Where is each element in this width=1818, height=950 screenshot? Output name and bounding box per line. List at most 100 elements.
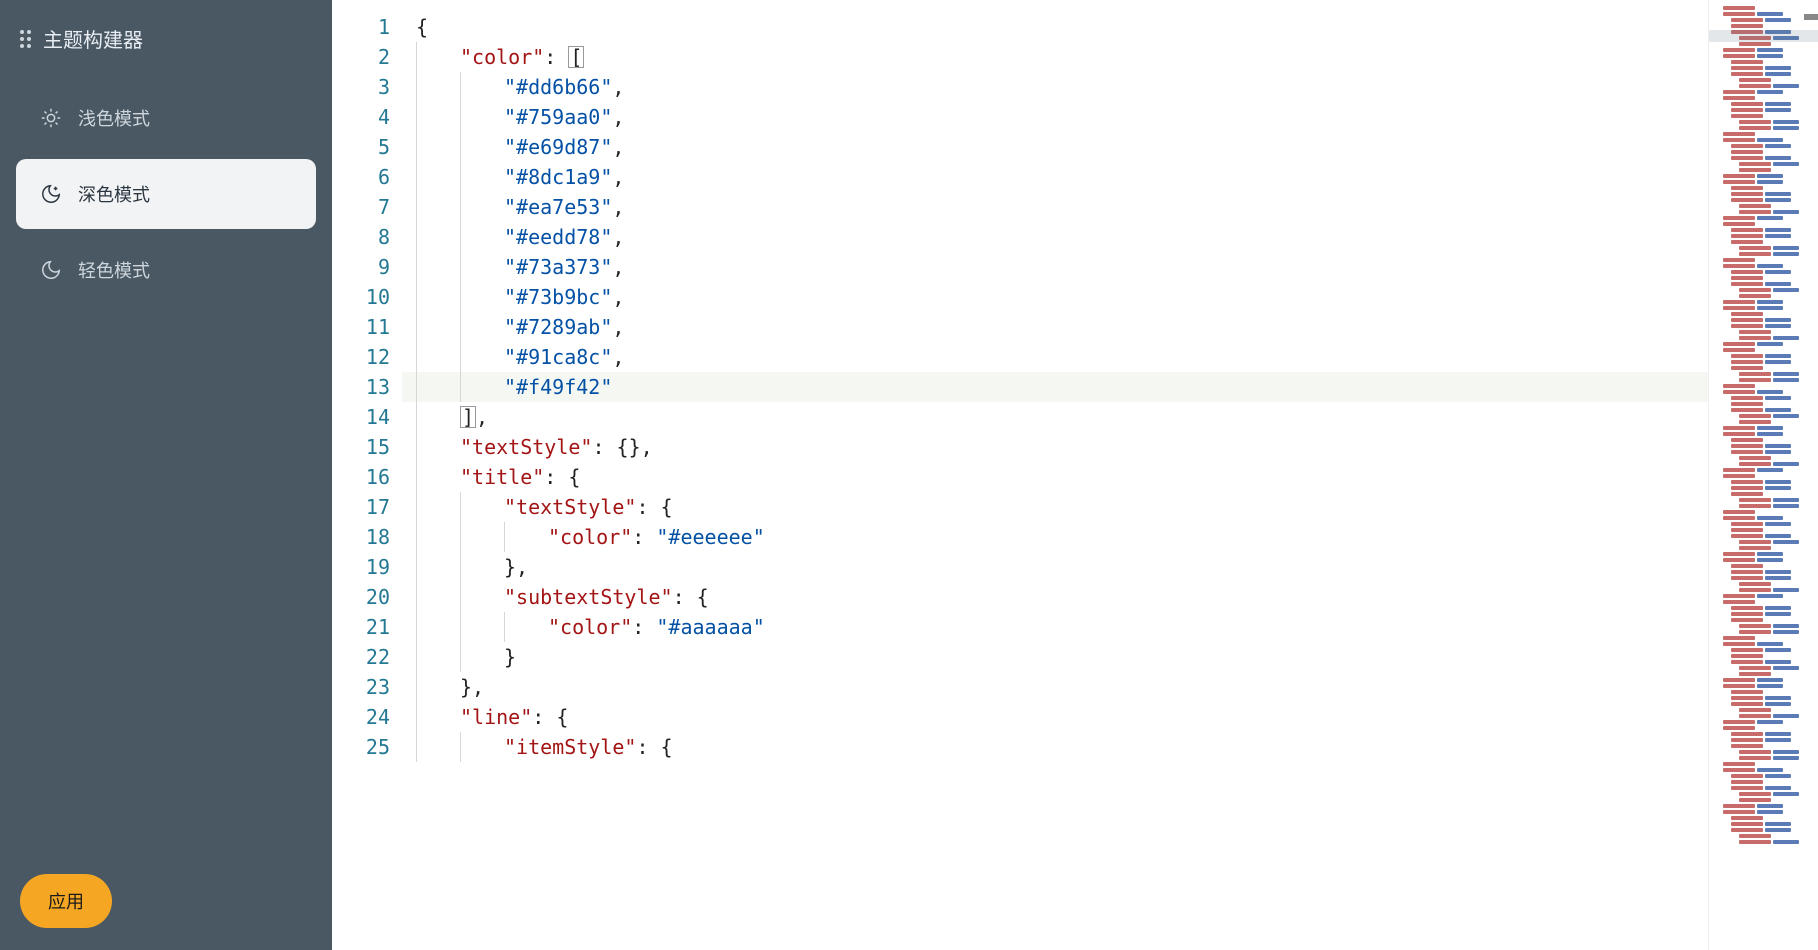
line-number: 24: [332, 702, 390, 732]
token-punc: ,: [612, 165, 624, 189]
token-punc: {: [416, 15, 428, 39]
line-number: 17: [332, 492, 390, 522]
line-number: 19: [332, 552, 390, 582]
mode-item-2[interactable]: 轻色模式: [16, 235, 316, 305]
line-number: 2: [332, 42, 390, 72]
apply-button[interactable]: 应用: [20, 874, 112, 928]
minimap-slider[interactable]: [1709, 30, 1818, 42]
code-line[interactable]: }: [402, 642, 1708, 672]
line-number: 16: [332, 462, 390, 492]
token-key: "color": [548, 525, 632, 549]
token-key: "itemStyle": [504, 735, 636, 759]
token-key: "line": [460, 705, 532, 729]
token-key: "textStyle": [504, 495, 636, 519]
line-number: 1: [332, 12, 390, 42]
code-line[interactable]: "#91ca8c",: [402, 342, 1708, 372]
token-str: "#759aa0": [504, 105, 612, 129]
line-number: 5: [332, 132, 390, 162]
token-punc: ,: [612, 75, 624, 99]
token-punc: : {: [636, 735, 672, 759]
code-line[interactable]: ],: [402, 402, 1708, 432]
code-content[interactable]: {"color": ["#dd6b66","#759aa0","#e69d87"…: [402, 0, 1708, 950]
token-punc: }: [504, 645, 516, 669]
token-str: "#e69d87": [504, 135, 612, 159]
token-punc: : {: [532, 705, 568, 729]
token-punc: ,: [612, 195, 624, 219]
token-str: "#73a373": [504, 255, 612, 279]
token-punc: ,: [476, 405, 488, 429]
token-bracket: [: [568, 46, 584, 68]
line-number: 20: [332, 582, 390, 612]
token-str: "#eedd78": [504, 225, 612, 249]
token-str: "#91ca8c": [504, 345, 612, 369]
token-punc: ,: [612, 105, 624, 129]
line-number: 13: [332, 372, 390, 402]
code-line[interactable]: },: [402, 552, 1708, 582]
token-punc: ,: [612, 255, 624, 279]
token-punc: },: [504, 555, 528, 579]
line-number: 8: [332, 222, 390, 252]
code-line[interactable]: "#759aa0",: [402, 102, 1708, 132]
token-key: "color": [460, 45, 544, 69]
minimap[interactable]: [1708, 0, 1818, 950]
line-number: 15: [332, 432, 390, 462]
mode-label: 深色模式: [78, 181, 150, 207]
mode-item-1[interactable]: 深色模式: [16, 159, 316, 229]
token-str: "#f49f42": [504, 375, 612, 399]
mode-label: 浅色模式: [78, 105, 150, 131]
token-str: "#aaaaaa": [656, 615, 764, 639]
token-str: "#eeeeee": [656, 525, 764, 549]
code-line[interactable]: "textStyle": {: [402, 492, 1708, 522]
code-line[interactable]: "#f49f42": [402, 372, 1708, 402]
token-punc: ,: [612, 315, 624, 339]
grip-icon: [20, 30, 31, 48]
token-key: "textStyle": [460, 435, 592, 459]
code-line[interactable]: "#ea7e53",: [402, 192, 1708, 222]
sun-icon: [40, 107, 62, 129]
token-punc: ,: [612, 345, 624, 369]
code-line[interactable]: "color": "#eeeeee": [402, 522, 1708, 552]
token-punc: },: [460, 675, 484, 699]
token-punc: : {},: [592, 435, 652, 459]
code-line[interactable]: "itemStyle": {: [402, 732, 1708, 762]
line-number: 12: [332, 342, 390, 372]
code-line[interactable]: "#eedd78",: [402, 222, 1708, 252]
token-punc: ,: [612, 285, 624, 309]
code-line[interactable]: "#dd6b66",: [402, 72, 1708, 102]
code-line[interactable]: "subtextStyle": {: [402, 582, 1708, 612]
code-line[interactable]: "color": [: [402, 42, 1708, 72]
code-line[interactable]: "#8dc1a9",: [402, 162, 1708, 192]
line-number: 3: [332, 72, 390, 102]
token-punc: :: [544, 45, 568, 69]
code-line[interactable]: "title": {: [402, 462, 1708, 492]
line-number: 14: [332, 402, 390, 432]
code-line[interactable]: "#73a373",: [402, 252, 1708, 282]
code-editor[interactable]: 1234567891011121314151617181920212223242…: [332, 0, 1818, 950]
code-line[interactable]: "line": {: [402, 702, 1708, 732]
code-line[interactable]: },: [402, 672, 1708, 702]
code-line[interactable]: "textStyle": {},: [402, 432, 1708, 462]
token-punc: : {: [544, 465, 580, 489]
token-str: "#8dc1a9": [504, 165, 612, 189]
token-str: "#dd6b66": [504, 75, 612, 99]
mode-item-0[interactable]: 浅色模式: [16, 83, 316, 153]
code-line[interactable]: "#e69d87",: [402, 132, 1708, 162]
token-punc: : {: [636, 495, 672, 519]
code-line[interactable]: "#7289ab",: [402, 312, 1708, 342]
line-number: 6: [332, 162, 390, 192]
code-line[interactable]: {: [402, 12, 1708, 42]
token-punc: ,: [612, 135, 624, 159]
token-bracket: ]: [460, 406, 476, 428]
code-line[interactable]: "color": "#aaaaaa": [402, 612, 1708, 642]
sidebar: 主题构建器 浅色模式深色模式轻色模式 应用: [0, 0, 332, 950]
line-number: 22: [332, 642, 390, 672]
token-str: "#7289ab": [504, 315, 612, 339]
token-key: "title": [460, 465, 544, 489]
scroll-marker[interactable]: [1804, 14, 1818, 20]
line-number: 7: [332, 192, 390, 222]
line-number: 9: [332, 252, 390, 282]
line-number: 4: [332, 102, 390, 132]
code-line[interactable]: "#73b9bc",: [402, 282, 1708, 312]
line-number: 11: [332, 312, 390, 342]
line-number: 18: [332, 522, 390, 552]
